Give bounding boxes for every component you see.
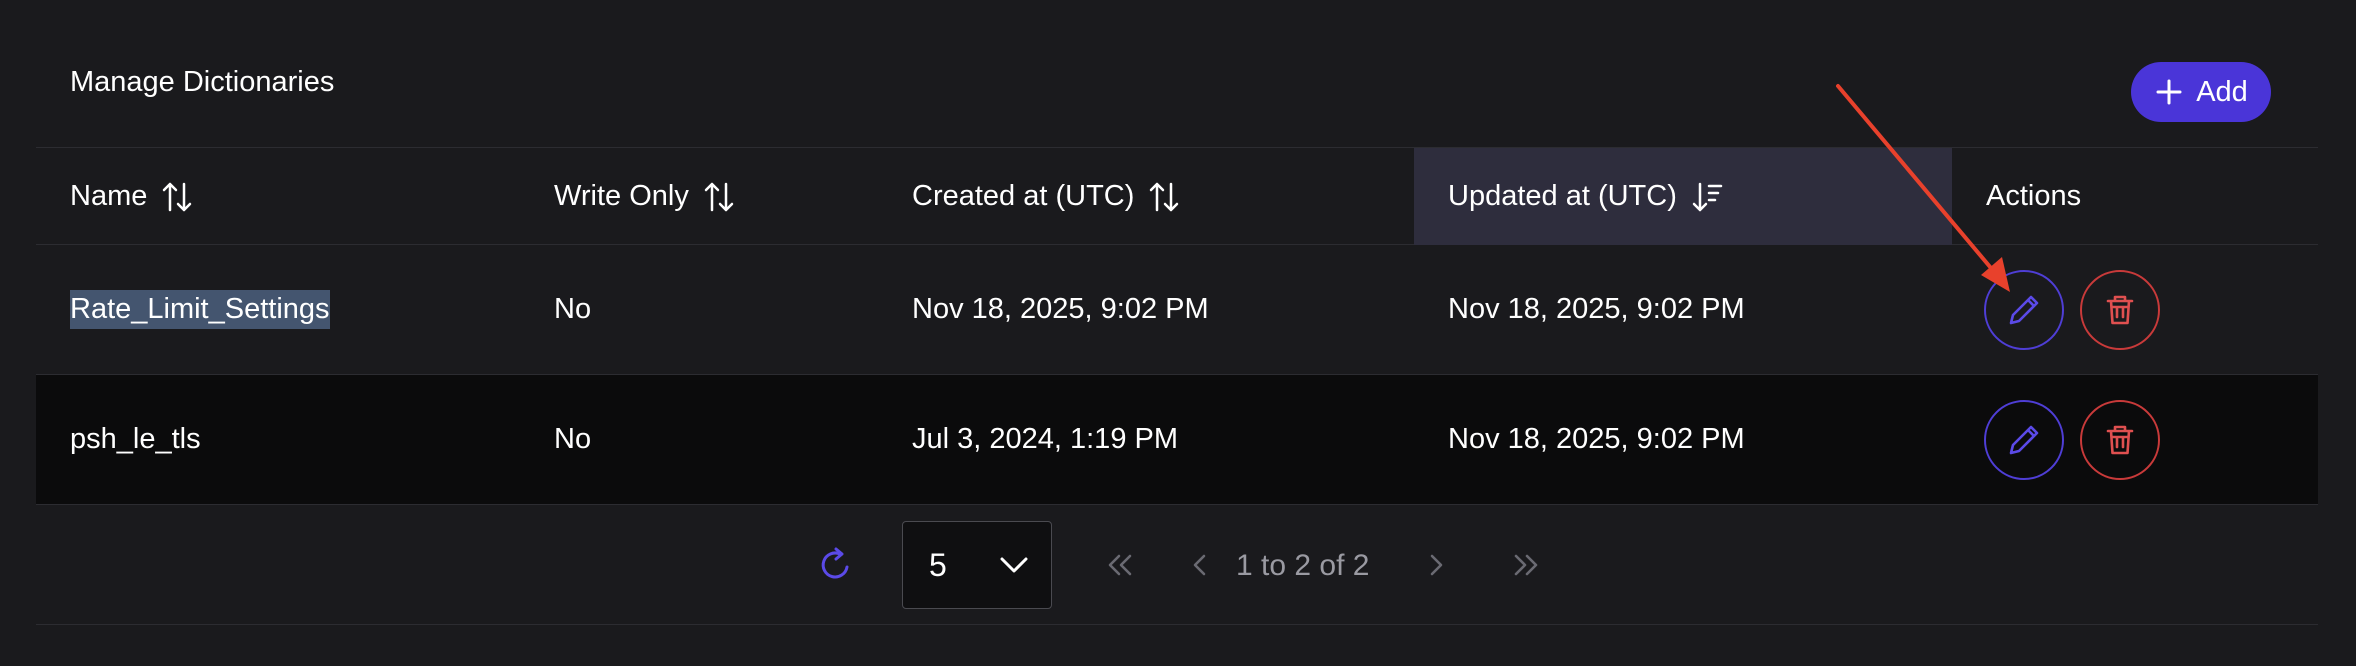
page-size-value: 5 — [929, 546, 947, 583]
last-page-button[interactable] — [1506, 545, 1546, 585]
refresh-icon — [821, 547, 849, 579]
column-header-label: Created at (UTC) — [912, 180, 1135, 212]
page-range-text: 1 to 2 of 2 — [1236, 549, 1370, 582]
column-header-updated-at[interactable]: Updated at (UTC) — [1414, 148, 1952, 245]
dictionaries-panel: Manage Dictionaries Add Name Write Only — [36, 0, 2318, 666]
column-header-label: Write Only — [554, 180, 689, 212]
next-page-button[interactable] — [1416, 545, 1456, 585]
panel-header: Manage Dictionaries Add — [36, 0, 2318, 147]
sort-both-icon — [1150, 182, 1179, 211]
sort-both-icon — [163, 182, 192, 211]
edit-button[interactable] — [1984, 270, 2064, 350]
cell-write-only: No — [554, 293, 592, 325]
column-header-label: Name — [70, 180, 148, 212]
column-header-name[interactable]: Name — [36, 148, 520, 245]
double-chevron-left-icon — [1108, 554, 1132, 576]
chevron-right-icon — [1430, 554, 1443, 576]
edit-button[interactable] — [1984, 400, 2064, 480]
delete-button[interactable] — [2080, 400, 2160, 480]
trash-icon — [2106, 295, 2134, 325]
cell-created-at: Nov 18, 2025, 9:02 PM — [912, 293, 1209, 325]
delete-button[interactable] — [2080, 270, 2160, 350]
pagination-bar: 5 1 to 2 of 2 — [36, 505, 2318, 625]
column-header-actions: Actions — [1952, 148, 2318, 245]
cell-write-only: No — [554, 423, 592, 455]
add-button-label: Add — [2196, 75, 2248, 108]
sort-both-icon — [704, 182, 734, 211]
first-page-button[interactable] — [1100, 545, 1140, 585]
page-title: Manage Dictionaries — [70, 66, 335, 98]
column-header-created-at[interactable]: Created at (UTC) — [878, 148, 1414, 245]
cell-name[interactable]: Rate_Limit_Settings — [36, 245, 520, 374]
chevron-left-icon — [1193, 554, 1206, 576]
refresh-button[interactable] — [816, 545, 856, 585]
cell-name[interactable]: psh_le_tls — [36, 375, 520, 504]
column-header-label: Actions — [1986, 180, 2082, 212]
chevron-down-icon — [1000, 557, 1028, 573]
pencil-icon — [2009, 295, 2039, 325]
double-chevron-right-icon — [1514, 554, 1538, 576]
column-header-write-only[interactable]: Write Only — [520, 148, 878, 245]
trash-icon — [2106, 425, 2134, 455]
pencil-icon — [2009, 425, 2039, 455]
sort-descending-icon — [1692, 182, 1723, 211]
previous-page-button[interactable] — [1180, 545, 1220, 585]
plus-icon — [2156, 79, 2182, 105]
cell-updated-at: Nov 18, 2025, 9:02 PM — [1448, 423, 1745, 455]
add-button[interactable]: Add — [2131, 62, 2271, 122]
table-row: psh_le_tls No Jul 3, 2024, 1:19 PM Nov 1… — [36, 375, 2318, 505]
table-header-row: Name Write Only Created at (UTC) Updated… — [36, 147, 2318, 245]
cell-created-at: Jul 3, 2024, 1:19 PM — [912, 423, 1178, 455]
table-row: Rate_Limit_Settings No Nov 18, 2025, 9:0… — [36, 245, 2318, 375]
dictionary-name[interactable]: psh_le_tls — [70, 423, 201, 456]
dictionary-name[interactable]: Rate_Limit_Settings — [70, 290, 330, 329]
cell-updated-at: Nov 18, 2025, 9:02 PM — [1448, 293, 1745, 325]
page-size-select[interactable]: 5 — [902, 521, 1052, 609]
column-header-label: Updated at (UTC) — [1448, 180, 1677, 212]
